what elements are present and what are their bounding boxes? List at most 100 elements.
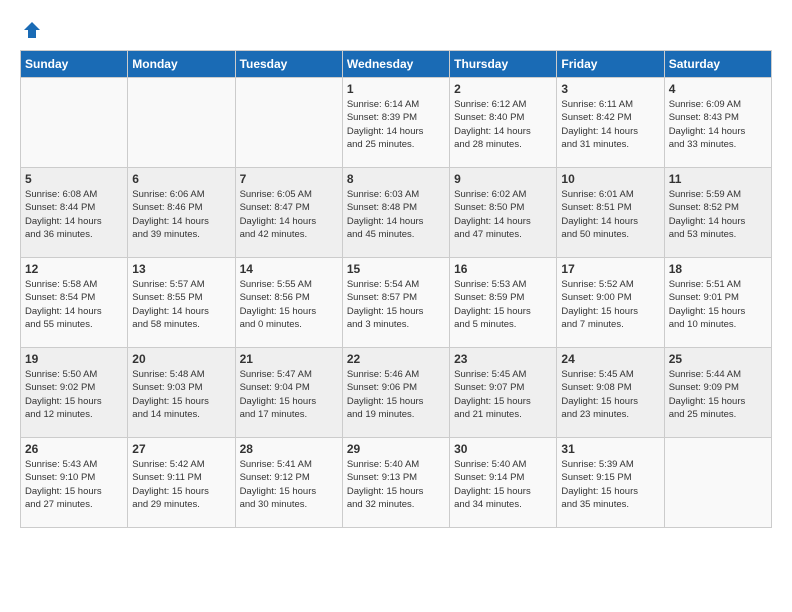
- day-info: Sunrise: 5:45 AM Sunset: 9:07 PM Dayligh…: [454, 368, 552, 421]
- day-info: Sunrise: 6:02 AM Sunset: 8:50 PM Dayligh…: [454, 188, 552, 241]
- day-info: Sunrise: 6:03 AM Sunset: 8:48 PM Dayligh…: [347, 188, 445, 241]
- day-info: Sunrise: 5:40 AM Sunset: 9:13 PM Dayligh…: [347, 458, 445, 511]
- calendar-cell: [21, 78, 128, 168]
- day-number: 5: [25, 172, 123, 186]
- day-info: Sunrise: 6:01 AM Sunset: 8:51 PM Dayligh…: [561, 188, 659, 241]
- day-info: Sunrise: 6:12 AM Sunset: 8:40 PM Dayligh…: [454, 98, 552, 151]
- day-info: Sunrise: 6:11 AM Sunset: 8:42 PM Dayligh…: [561, 98, 659, 151]
- calendar-cell: 28 Sunrise: 5:41 AM Sunset: 9:12 PM Dayli…: [235, 438, 342, 528]
- calendar-cell: 12 Sunrise: 5:58 AM Sunset: 8:54 PM Dayli…: [21, 258, 128, 348]
- calendar-cell: 1Sunrise: 6:14 AM Sunset: 8:39 PM Daylig…: [342, 78, 449, 168]
- calendar-header-sunday: Sunday: [21, 51, 128, 78]
- day-info: Sunrise: 6:08 AM Sunset: 8:44 PM Dayligh…: [25, 188, 123, 241]
- day-number: 13: [132, 262, 230, 276]
- calendar-cell: 30 Sunrise: 5:40 AM Sunset: 9:14 PM Dayli…: [450, 438, 557, 528]
- calendar-cell: 17Sunrise: 5:52 AM Sunset: 9:00 PM Dayli…: [557, 258, 664, 348]
- calendar-table: SundayMondayTuesdayWednesdayThursdayFrid…: [20, 50, 772, 528]
- calendar-header-saturday: Saturday: [664, 51, 771, 78]
- day-number: 27: [132, 442, 230, 456]
- calendar-header-row: SundayMondayTuesdayWednesdayThursdayFrid…: [21, 51, 772, 78]
- day-number: 16: [454, 262, 552, 276]
- day-info: Sunrise: 5:54 AM Sunset: 8:57 PM Dayligh…: [347, 278, 445, 331]
- day-number: 9: [454, 172, 552, 186]
- calendar-cell: 22 Sunrise: 5:46 AM Sunset: 9:06 PM Dayli…: [342, 348, 449, 438]
- day-info: Sunrise: 5:45 AM Sunset: 9:08 PM Dayligh…: [561, 368, 659, 421]
- calendar-week-row: 5 Sunrise: 6:08 AM Sunset: 8:44 PM Daylig…: [21, 168, 772, 258]
- page-header: [20, 20, 772, 40]
- day-info: Sunrise: 5:59 AM Sunset: 8:52 PM Dayligh…: [669, 188, 767, 241]
- day-info: Sunrise: 6:05 AM Sunset: 8:47 PM Dayligh…: [240, 188, 338, 241]
- calendar-cell: 25 Sunrise: 5:44 AM Sunset: 9:09 PM Dayli…: [664, 348, 771, 438]
- day-number: 18: [669, 262, 767, 276]
- calendar-cell: 24 Sunrise: 5:45 AM Sunset: 9:08 PM Dayli…: [557, 348, 664, 438]
- calendar-cell: 3Sunrise: 6:11 AM Sunset: 8:42 PM Daylig…: [557, 78, 664, 168]
- calendar-cell: 21 Sunrise: 5:47 AM Sunset: 9:04 PM Dayli…: [235, 348, 342, 438]
- day-info: Sunrise: 5:47 AM Sunset: 9:04 PM Dayligh…: [240, 368, 338, 421]
- day-number: 26: [25, 442, 123, 456]
- logo: [20, 20, 42, 40]
- day-number: 28: [240, 442, 338, 456]
- day-info: Sunrise: 5:44 AM Sunset: 9:09 PM Dayligh…: [669, 368, 767, 421]
- calendar-header-thursday: Thursday: [450, 51, 557, 78]
- day-info: Sunrise: 5:50 AM Sunset: 9:02 PM Dayligh…: [25, 368, 123, 421]
- day-number: 30: [454, 442, 552, 456]
- day-number: 12: [25, 262, 123, 276]
- calendar-week-row: 19 Sunrise: 5:50 AM Sunset: 9:02 PM Dayli…: [21, 348, 772, 438]
- day-number: 15: [347, 262, 445, 276]
- calendar-cell: [128, 78, 235, 168]
- calendar-cell: 31 Sunrise: 5:39 AM Sunset: 9:15 PM Dayli…: [557, 438, 664, 528]
- calendar-cell: 20Sunrise: 5:48 AM Sunset: 9:03 PM Dayli…: [128, 348, 235, 438]
- day-number: 24: [561, 352, 659, 366]
- day-number: 19: [25, 352, 123, 366]
- day-info: Sunrise: 5:53 AM Sunset: 8:59 PM Dayligh…: [454, 278, 552, 331]
- calendar-week-row: 26 Sunrise: 5:43 AM Sunset: 9:10 PM Dayli…: [21, 438, 772, 528]
- day-number: 29: [347, 442, 445, 456]
- calendar-cell: 27Sunrise: 5:42 AM Sunset: 9:11 PM Dayli…: [128, 438, 235, 528]
- day-info: Sunrise: 6:14 AM Sunset: 8:39 PM Dayligh…: [347, 98, 445, 151]
- day-info: Sunrise: 5:43 AM Sunset: 9:10 PM Dayligh…: [25, 458, 123, 511]
- calendar-week-row: 1Sunrise: 6:14 AM Sunset: 8:39 PM Daylig…: [21, 78, 772, 168]
- calendar-cell: 29 Sunrise: 5:40 AM Sunset: 9:13 PM Dayli…: [342, 438, 449, 528]
- day-info: Sunrise: 5:55 AM Sunset: 8:56 PM Dayligh…: [240, 278, 338, 331]
- day-info: Sunrise: 5:41 AM Sunset: 9:12 PM Dayligh…: [240, 458, 338, 511]
- day-number: 14: [240, 262, 338, 276]
- day-info: Sunrise: 6:06 AM Sunset: 8:46 PM Dayligh…: [132, 188, 230, 241]
- day-info: Sunrise: 5:57 AM Sunset: 8:55 PM Dayligh…: [132, 278, 230, 331]
- calendar-cell: [235, 78, 342, 168]
- logo-icon: [22, 20, 42, 40]
- day-info: Sunrise: 5:40 AM Sunset: 9:14 PM Dayligh…: [454, 458, 552, 511]
- day-number: 25: [669, 352, 767, 366]
- calendar-cell: 7 Sunrise: 6:05 AM Sunset: 8:47 PM Daylig…: [235, 168, 342, 258]
- calendar-cell: 8 Sunrise: 6:03 AM Sunset: 8:48 PM Daylig…: [342, 168, 449, 258]
- day-info: Sunrise: 5:39 AM Sunset: 9:15 PM Dayligh…: [561, 458, 659, 511]
- calendar-cell: 16 Sunrise: 5:53 AM Sunset: 8:59 PM Dayli…: [450, 258, 557, 348]
- day-info: Sunrise: 6:09 AM Sunset: 8:43 PM Dayligh…: [669, 98, 767, 151]
- calendar-header-tuesday: Tuesday: [235, 51, 342, 78]
- calendar-cell: [664, 438, 771, 528]
- day-number: 17: [561, 262, 659, 276]
- day-number: 8: [347, 172, 445, 186]
- day-info: Sunrise: 5:51 AM Sunset: 9:01 PM Dayligh…: [669, 278, 767, 331]
- day-number: 7: [240, 172, 338, 186]
- calendar-cell: 23 Sunrise: 5:45 AM Sunset: 9:07 PM Dayli…: [450, 348, 557, 438]
- day-number: 4: [669, 82, 767, 96]
- day-number: 31: [561, 442, 659, 456]
- calendar-header-friday: Friday: [557, 51, 664, 78]
- calendar-cell: 11Sunrise: 5:59 AM Sunset: 8:52 PM Dayli…: [664, 168, 771, 258]
- calendar-cell: 4 Sunrise: 6:09 AM Sunset: 8:43 PM Daylig…: [664, 78, 771, 168]
- calendar-cell: 9 Sunrise: 6:02 AM Sunset: 8:50 PM Daylig…: [450, 168, 557, 258]
- calendar-cell: 26 Sunrise: 5:43 AM Sunset: 9:10 PM Dayli…: [21, 438, 128, 528]
- calendar-cell: 5 Sunrise: 6:08 AM Sunset: 8:44 PM Daylig…: [21, 168, 128, 258]
- calendar-cell: 15 Sunrise: 5:54 AM Sunset: 8:57 PM Dayli…: [342, 258, 449, 348]
- day-number: 2: [454, 82, 552, 96]
- day-number: 21: [240, 352, 338, 366]
- calendar-cell: 10 Sunrise: 6:01 AM Sunset: 8:51 PM Dayli…: [557, 168, 664, 258]
- day-number: 10: [561, 172, 659, 186]
- calendar-cell: 18 Sunrise: 5:51 AM Sunset: 9:01 PM Dayli…: [664, 258, 771, 348]
- day-info: Sunrise: 5:46 AM Sunset: 9:06 PM Dayligh…: [347, 368, 445, 421]
- day-number: 22: [347, 352, 445, 366]
- day-info: Sunrise: 5:58 AM Sunset: 8:54 PM Dayligh…: [25, 278, 123, 331]
- day-number: 20: [132, 352, 230, 366]
- calendar-cell: 19 Sunrise: 5:50 AM Sunset: 9:02 PM Dayli…: [21, 348, 128, 438]
- day-number: 23: [454, 352, 552, 366]
